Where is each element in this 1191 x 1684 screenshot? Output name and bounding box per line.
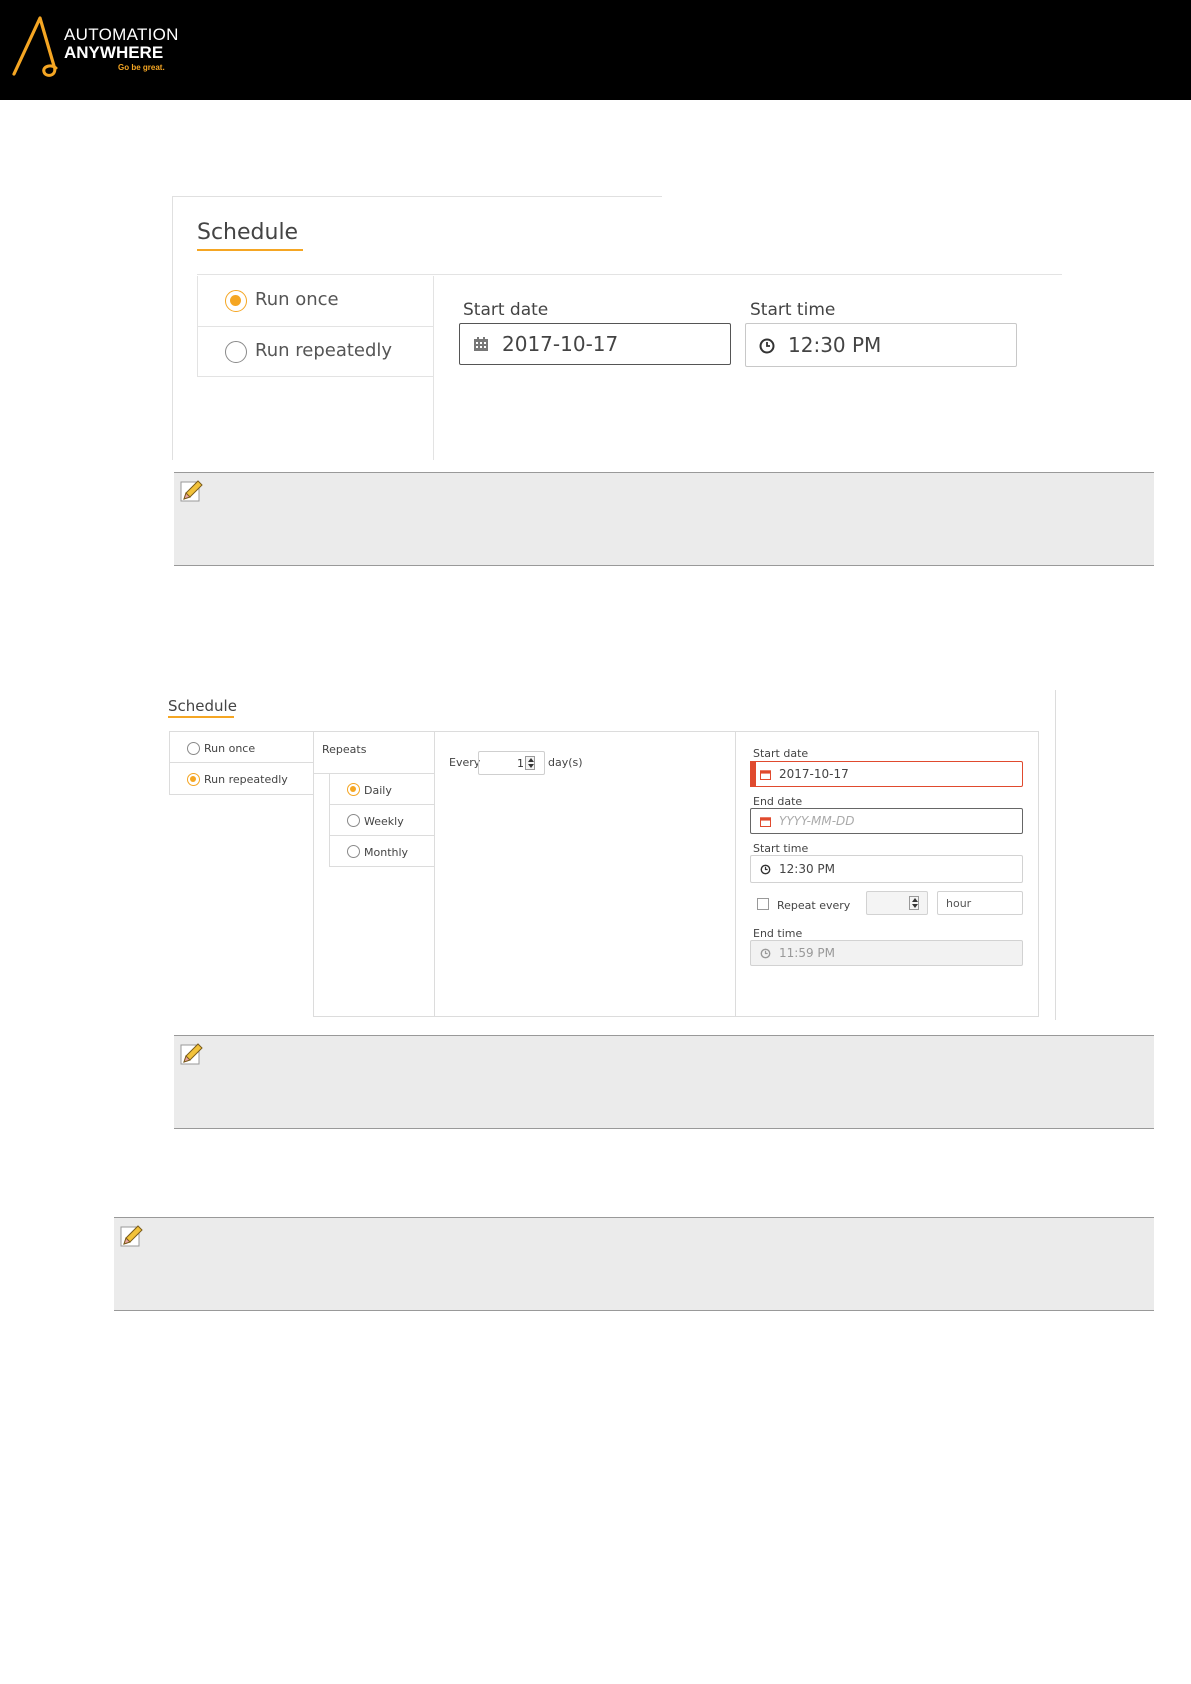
every-label: Every bbox=[449, 756, 481, 769]
brand-tagline: Go be great. bbox=[118, 63, 165, 72]
title-underline bbox=[168, 716, 234, 718]
divider bbox=[434, 731, 435, 1017]
schedule-title: Schedule bbox=[168, 697, 237, 715]
clock-icon bbox=[759, 338, 775, 354]
spinner-icon[interactable] bbox=[525, 756, 535, 770]
weekly-radio[interactable] bbox=[347, 814, 360, 827]
end-time-value: 11:59 PM bbox=[779, 946, 835, 960]
tab-label: Run repeatedly bbox=[255, 340, 393, 361]
divider bbox=[197, 274, 1062, 275]
start-date-label: Start date bbox=[753, 747, 809, 760]
pencil-note-icon bbox=[180, 480, 203, 502]
repeats-label: Repeats bbox=[322, 743, 367, 756]
option-label: Daily bbox=[364, 784, 392, 797]
tab-run-once[interactable]: Run once bbox=[197, 276, 434, 327]
note-box bbox=[114, 1217, 1154, 1311]
calendar-icon bbox=[760, 770, 771, 780]
brand-wordmark: AUTOMATION ANYWHERE Go be great. bbox=[64, 26, 179, 73]
frame-border bbox=[172, 196, 173, 460]
note-box bbox=[174, 472, 1154, 566]
repeat-every-checkbox[interactable] bbox=[757, 898, 769, 910]
divider bbox=[735, 731, 736, 1017]
end-date-placeholder: YYYY-MM-DD bbox=[779, 814, 855, 828]
tab-label: Run once bbox=[255, 289, 339, 310]
option-label: Monthly bbox=[364, 846, 409, 859]
run-repeatedly-radio[interactable] bbox=[225, 341, 247, 363]
every-value: 1 bbox=[517, 757, 524, 770]
repeat-every-label: Repeat every bbox=[777, 899, 851, 912]
repeat-option-daily[interactable]: Daily bbox=[330, 774, 434, 804]
schedule-title: Schedule bbox=[197, 220, 299, 245]
start-time-label: Start time bbox=[753, 842, 809, 855]
tab-label: Run repeatedly bbox=[204, 773, 288, 786]
tab-run-repeatedly[interactable]: Run repeatedly bbox=[170, 763, 313, 794]
page-header: AUTOMATION ANYWHERE Go be great. bbox=[0, 0, 1191, 100]
option-label: Weekly bbox=[364, 815, 404, 828]
divider bbox=[169, 794, 313, 795]
end-time-input[interactable]: 11:59 PM bbox=[750, 940, 1023, 966]
tab-run-once[interactable]: Run once bbox=[170, 732, 313, 762]
run-once-radio[interactable] bbox=[225, 290, 247, 312]
divider bbox=[1038, 731, 1039, 1017]
calendar-icon bbox=[474, 337, 488, 351]
tab-label: Run once bbox=[204, 742, 256, 755]
start-time-input[interactable]: 12:30 PM bbox=[745, 323, 1017, 367]
title-underline bbox=[197, 249, 303, 251]
start-time-label: Start time bbox=[750, 300, 836, 320]
divider bbox=[313, 1016, 1039, 1017]
spinner-icon[interactable] bbox=[909, 896, 919, 910]
start-date-value: 2017-10-17 bbox=[779, 767, 849, 781]
every-unit: day(s) bbox=[548, 756, 583, 769]
pencil-note-icon bbox=[120, 1225, 143, 1247]
clock-icon bbox=[760, 864, 771, 875]
start-date-input[interactable]: 2017-10-17 bbox=[750, 761, 1023, 787]
repeat-unit-value: hour bbox=[946, 897, 972, 910]
repeat-unit-select[interactable]: hour bbox=[937, 891, 1023, 915]
start-time-input[interactable]: 12:30 PM bbox=[750, 855, 1023, 883]
end-time-label: End time bbox=[753, 927, 803, 940]
start-date-input[interactable]: 2017-10-17 bbox=[459, 323, 731, 365]
frame-border bbox=[1055, 690, 1056, 1020]
repeat-option-monthly[interactable]: Monthly bbox=[330, 836, 434, 866]
every-stepper[interactable]: 1 bbox=[478, 751, 545, 775]
brand-line2: ANYWHERE bbox=[64, 43, 164, 62]
monthly-radio[interactable] bbox=[347, 845, 360, 858]
start-time-value: 12:30 PM bbox=[779, 862, 835, 876]
start-time-value: 12:30 PM bbox=[788, 333, 882, 357]
note-box bbox=[174, 1035, 1154, 1129]
start-date-value: 2017-10-17 bbox=[502, 332, 619, 356]
pencil-note-icon bbox=[180, 1043, 203, 1065]
divider bbox=[329, 866, 434, 867]
daily-radio[interactable] bbox=[347, 783, 360, 796]
frame-border bbox=[172, 196, 662, 197]
run-repeatedly-radio[interactable] bbox=[187, 773, 200, 786]
tab-run-repeatedly[interactable]: Run repeatedly bbox=[197, 326, 434, 377]
run-once-radio[interactable] bbox=[187, 742, 200, 755]
end-date-input[interactable]: YYYY-MM-DD bbox=[750, 808, 1023, 834]
start-date-label: Start date bbox=[463, 300, 549, 320]
repeat-every-stepper[interactable] bbox=[866, 891, 928, 915]
divider bbox=[433, 326, 434, 460]
repeat-option-weekly[interactable]: Weekly bbox=[330, 805, 434, 835]
clock-icon bbox=[760, 948, 771, 959]
end-date-label: End date bbox=[753, 795, 803, 808]
calendar-icon bbox=[760, 817, 771, 827]
brand-line1: AUTOMATION bbox=[64, 25, 179, 44]
